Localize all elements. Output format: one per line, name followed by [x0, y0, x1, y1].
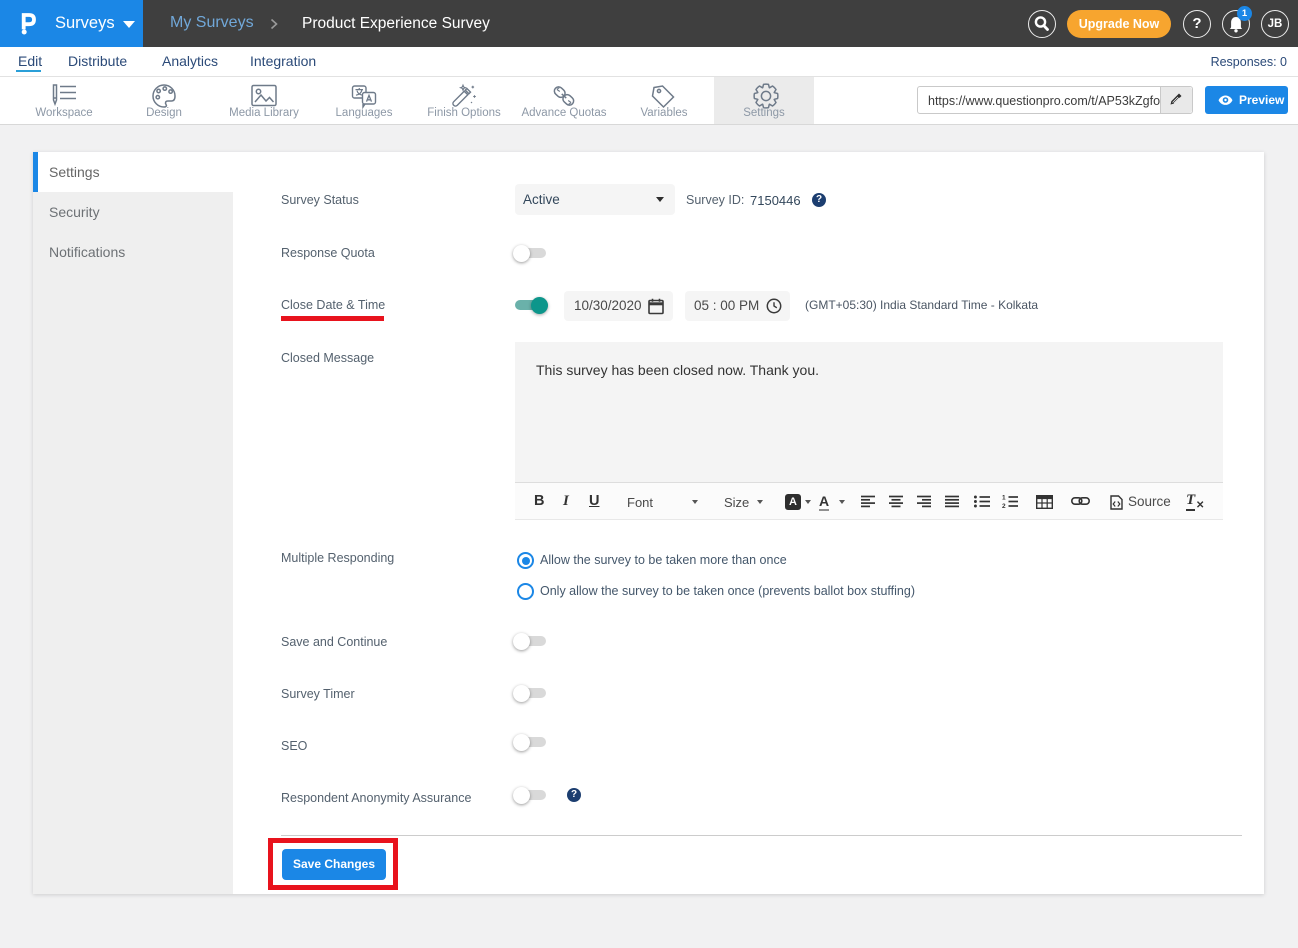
svg-text:1: 1: [1002, 495, 1006, 502]
svg-text:2: 2: [1002, 503, 1006, 508]
